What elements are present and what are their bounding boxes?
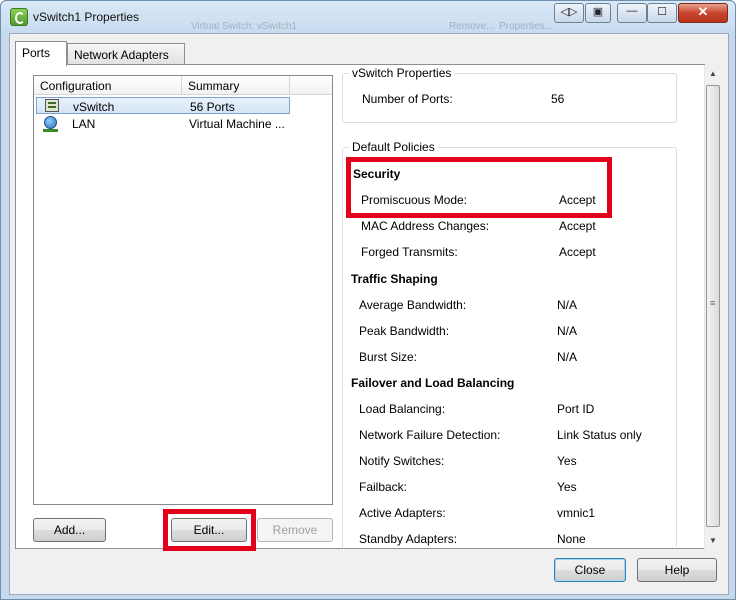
restore-layout-button[interactable]: ◁▷ xyxy=(554,3,584,23)
active-adapters-value: vmnic1 xyxy=(557,506,596,520)
window-title: vSwitch1 Properties xyxy=(33,10,140,24)
mac-address-changes-value: Accept xyxy=(559,219,596,233)
list-item-vswitch[interactable]: vSwitch 56 Ports xyxy=(36,97,290,114)
notify-switches-value: Yes xyxy=(557,454,577,468)
maximize-button[interactable]: ☐ xyxy=(647,3,677,23)
row-summary: 56 Ports xyxy=(190,100,235,114)
average-bandwidth-label: Average Bandwidth: xyxy=(359,298,467,312)
maximize-icon: ☐ xyxy=(657,6,667,18)
scroll-up-arrow-icon[interactable]: ▲ xyxy=(705,65,721,82)
remove-button: Remove xyxy=(257,518,333,542)
tab-network-adapters[interactable]: Network Adapters xyxy=(67,43,185,64)
number-of-ports-label: Number of Ports: xyxy=(362,92,453,106)
edit-button[interactable]: Edit... xyxy=(171,518,247,542)
group-title: vSwitch Properties xyxy=(349,66,455,80)
background-window-text: Virtual Switch: vSwitch1 xyxy=(191,21,297,32)
minimize-icon: — xyxy=(626,5,638,17)
load-balancing-label: Load Balancing: xyxy=(359,402,446,416)
list-item-lan[interactable]: LAN Virtual Machine ... xyxy=(36,115,290,132)
security-section-title: Security xyxy=(353,167,401,181)
vertical-scrollbar[interactable]: ▲ ≡ ▼ xyxy=(704,65,721,549)
properties-window: vSwitch1 Properties Virtual Switch: vSwi… xyxy=(0,0,736,600)
lan-globe-icon xyxy=(43,116,58,132)
promiscuous-mode-label: Promiscuous Mode: xyxy=(361,193,468,207)
restore-layout-icon: ◁▷ xyxy=(560,6,578,18)
mac-address-changes-label: MAC Address Changes: xyxy=(361,219,490,233)
promiscuous-mode-value: Accept xyxy=(559,193,596,207)
failback-value: Yes xyxy=(557,480,577,494)
close-button[interactable]: Close xyxy=(554,558,626,582)
help-button[interactable]: Help xyxy=(637,558,717,582)
vsphere-app-icon xyxy=(10,8,28,26)
failover-section-title: Failover and Load Balancing xyxy=(351,376,515,390)
tab-ports[interactable]: Ports xyxy=(15,41,67,66)
pin-window-button[interactable]: ▣ xyxy=(585,3,611,23)
network-failure-detection-label: Network Failure Detection: xyxy=(359,428,501,442)
active-adapters-label: Active Adapters: xyxy=(359,506,446,520)
row-configuration: vSwitch xyxy=(73,100,115,114)
row-summary: Virtual Machine ... xyxy=(189,117,285,131)
background-window-text: Remove... xyxy=(449,21,495,32)
network-failure-detection-value: Link Status only xyxy=(557,428,642,442)
close-icon: ✕ xyxy=(697,4,709,19)
column-header-filler xyxy=(290,76,332,95)
standby-adapters-label: Standby Adapters: xyxy=(359,532,458,546)
scrollbar-thumb[interactable]: ≡ xyxy=(706,85,720,527)
peak-bandwidth-label: Peak Bandwidth: xyxy=(359,324,450,338)
column-header-configuration[interactable]: Configuration xyxy=(34,76,182,95)
pin-icon: ▣ xyxy=(592,6,604,18)
switch-icon xyxy=(45,99,59,112)
ports-configuration-list[interactable]: Configuration Summary vSwitch 56 Ports L… xyxy=(33,75,333,505)
background-window-text: Properties... xyxy=(499,21,553,32)
burst-size-value: N/A xyxy=(557,350,578,364)
failback-label: Failback: xyxy=(359,480,408,494)
grip-icon: ≡ xyxy=(710,298,716,308)
number-of-ports-value: 56 xyxy=(551,92,565,106)
forged-transmits-label: Forged Transmits: xyxy=(361,245,458,259)
group-title: Default Policies xyxy=(349,140,438,154)
close-window-button[interactable]: ✕ xyxy=(678,3,728,23)
notify-switches-label: Notify Switches: xyxy=(359,454,445,468)
row-configuration: LAN xyxy=(72,117,96,131)
standby-adapters-value: None xyxy=(557,532,586,546)
column-header-summary[interactable]: Summary xyxy=(182,76,290,95)
scroll-down-arrow-icon[interactable]: ▼ xyxy=(705,532,721,549)
average-bandwidth-value: N/A xyxy=(557,298,578,312)
title-bar[interactable]: vSwitch1 Properties Virtual Switch: vSwi… xyxy=(1,1,735,35)
minimize-button[interactable]: — xyxy=(617,3,647,23)
peak-bandwidth-value: N/A xyxy=(557,324,578,338)
burst-size-label: Burst Size: xyxy=(359,350,418,364)
traffic-shaping-section-title: Traffic Shaping xyxy=(351,272,438,286)
forged-transmits-value: Accept xyxy=(559,245,596,259)
add-button[interactable]: Add... xyxy=(33,518,106,542)
load-balancing-value: Port ID xyxy=(557,402,595,416)
